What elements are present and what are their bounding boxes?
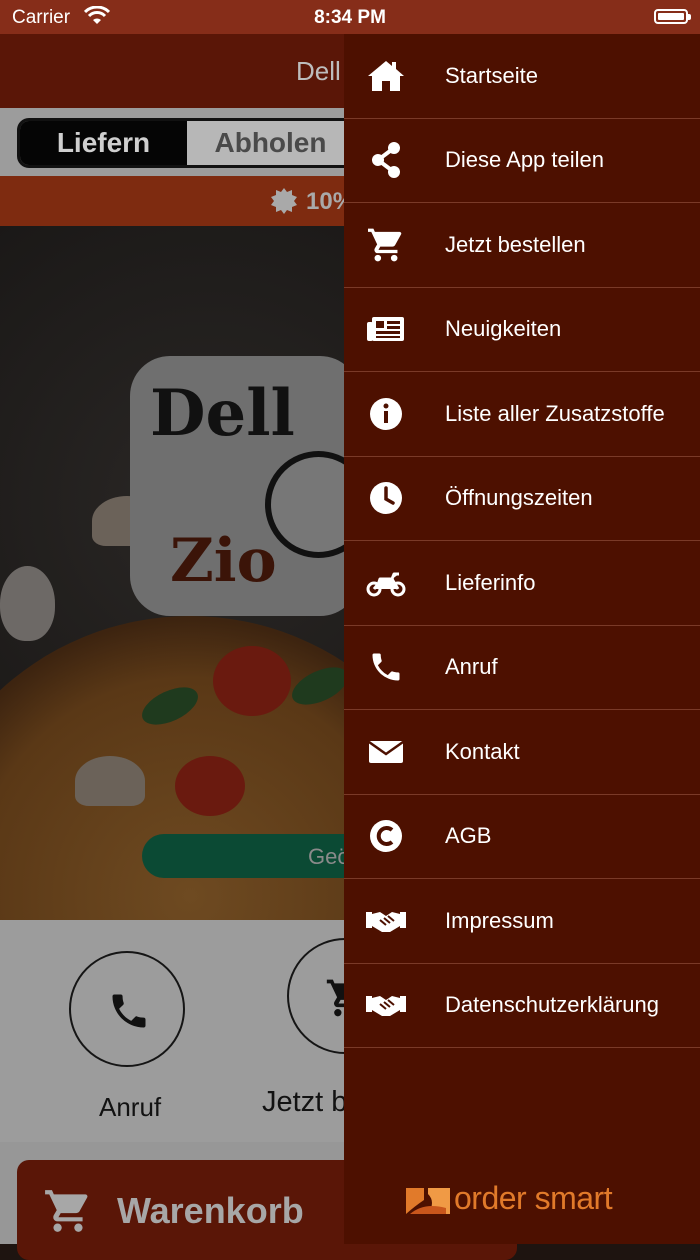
menu-item-label: AGB (445, 823, 492, 848)
menu-item-share[interactable]: Diese App teilen (344, 118, 700, 203)
clock-icon (370, 482, 402, 514)
menu-item-imprint[interactable]: Impressum (344, 879, 700, 964)
menu-item-news[interactable]: Neuigkeiten (344, 287, 700, 372)
tomato-decoration (213, 646, 291, 716)
menu-item-label: Impressum (445, 908, 554, 933)
page-title: Dell (296, 56, 341, 86)
motorcycle-icon (366, 572, 406, 597)
phone-icon (372, 653, 400, 681)
menu-item-startseite[interactable]: Startseite (344, 34, 700, 119)
info-icon (370, 398, 402, 430)
order-mode-segmented-control: Liefern Abholen (17, 118, 357, 168)
cart-icon (45, 1190, 88, 1232)
menu-item-privacy[interactable]: Datenschutzerklärung (344, 963, 700, 1048)
menu-item-label: Datenschutzerklärung (445, 992, 660, 1017)
menu-item-opening-hours[interactable]: Öffnungszeiten (344, 456, 700, 541)
menu-item-label: Jetzt bestellen (445, 232, 586, 257)
menu-item-label: Kontakt (445, 739, 520, 764)
call-label: Anruf (99, 1092, 162, 1122)
menu-item-label: Liste aller Zusatzstoffe (445, 401, 665, 426)
logo-text-top: Dell (150, 376, 295, 451)
side-drawer: Startseite Diese App teilen Jetzt bestel… (344, 34, 700, 1244)
menu-item-contact[interactable]: Kontakt (344, 710, 700, 795)
menu-item-label: Diese App teilen (445, 147, 604, 172)
handshake-icon (366, 912, 406, 932)
tomato-decoration (175, 756, 245, 816)
menu-item-label: Startseite (445, 63, 538, 88)
menu-item-delivery-info[interactable]: Lieferinfo (344, 541, 700, 626)
cart-icon (368, 228, 402, 262)
menu-item-label: Lieferinfo (445, 570, 536, 595)
menu-item-label: Anruf (445, 654, 498, 679)
order-now-label: Jetzt b (262, 1086, 348, 1118)
home-icon (368, 61, 404, 91)
share-icon (372, 142, 400, 178)
phone-icon (112, 994, 146, 1028)
badge-icon (271, 188, 297, 214)
clock-time: 8:34 PM (314, 7, 386, 28)
handshake-icon (366, 996, 406, 1016)
copyright-icon (370, 820, 402, 852)
battery-icon (654, 9, 691, 24)
mushroom-decoration (75, 756, 145, 806)
newspaper-icon (367, 317, 404, 341)
brand-name: order smart (454, 1180, 613, 1216)
segment-pickup[interactable]: Abholen (187, 121, 354, 165)
call-button[interactable] (69, 951, 185, 1067)
menu-item-additives[interactable]: Liste aller Zusatzstoffe (344, 372, 700, 457)
status-bar: Carrier 8:34 PM (0, 0, 700, 34)
menu-item-label: Öffnungszeiten (445, 485, 593, 510)
restaurant-logo: Dell Zio (130, 356, 372, 616)
segment-deliver[interactable]: Liefern (20, 121, 187, 165)
menu-item-terms[interactable]: AGB (344, 794, 700, 879)
menu-item-call[interactable]: Anruf (344, 625, 700, 710)
menu-item-label: Neuigkeiten (445, 316, 562, 341)
menu-item-order-now[interactable]: Jetzt bestellen (344, 203, 700, 288)
order-smart-logo-icon (406, 1188, 450, 1214)
logo-text-bottom: Zio (170, 526, 277, 596)
garlic-decoration (0, 566, 55, 641)
cart-label: Warenkorb (117, 1190, 304, 1231)
envelope-icon (368, 740, 404, 763)
